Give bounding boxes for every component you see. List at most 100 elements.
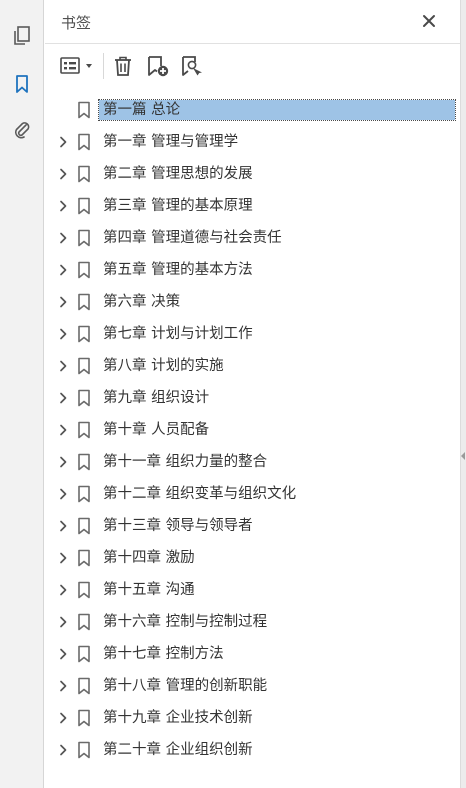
bookmark-ribbon-icon [16, 75, 28, 93]
chevron-right-icon[interactable] [55, 166, 71, 182]
chevron-right-icon[interactable] [55, 646, 71, 662]
chevron-right-icon[interactable] [55, 518, 71, 534]
bookmark-label: 第四章 管理道德与社会责任 [103, 230, 282, 246]
bookmark-item[interactable]: 第十六章 控制与控制过程 [45, 606, 460, 638]
chevron-right-icon[interactable] [55, 710, 71, 726]
bookmark-search-icon [182, 56, 202, 76]
chevron-right-icon[interactable] [55, 390, 71, 406]
bookmark-item[interactable]: 第四章 管理道德与社会责任 [45, 222, 460, 254]
bookmarks-panel: 书签 第一篇 总论 第一章 管理与管理学 第二章 管理思想的发展 第三章 管理的… [45, 0, 460, 788]
bookmark-label: 第十章 人员配备 [103, 422, 210, 438]
chevron-right-icon[interactable] [55, 358, 71, 374]
bookmark-label: 第六章 决策 [103, 294, 181, 310]
chevron-right-icon[interactable] [55, 294, 71, 310]
bookmark-label: 第十七章 控制方法 [103, 646, 224, 662]
bookmark-label: 第三章 管理的基本原理 [103, 198, 253, 214]
pages-panel-button[interactable] [8, 22, 36, 50]
navigation-rail [0, 0, 44, 788]
bookmark-item[interactable]: 第十三章 领导与领导者 [45, 510, 460, 542]
chevron-right-icon[interactable] [55, 582, 71, 598]
bookmarks-toolbar [45, 44, 460, 88]
chevron-right-icon[interactable] [55, 422, 71, 438]
bookmark-item[interactable]: 第十五章 沟通 [45, 574, 460, 606]
bookmark-item[interactable]: 第十八章 管理的创新职能 [45, 670, 460, 702]
bookmark-item[interactable]: 第五章 管理的基本方法 [45, 254, 460, 286]
chevron-down-icon [86, 64, 92, 68]
bookmark-from-selection-button[interactable] [179, 53, 205, 79]
bookmark-icon [76, 516, 92, 536]
bookmark-icon [76, 548, 92, 568]
bookmark-label: 第十九章 企业技术创新 [103, 710, 253, 726]
chevron-right-icon[interactable] [55, 230, 71, 246]
bookmark-label: 第十四章 激励 [103, 550, 195, 566]
chevron-right-icon[interactable] [55, 678, 71, 694]
bookmark-item[interactable]: 第十四章 激励 [45, 542, 460, 574]
bookmark-item[interactable]: 第二章 管理思想的发展 [45, 158, 460, 190]
chevron-right-icon[interactable] [55, 550, 71, 566]
bookmark-icon [76, 580, 92, 600]
bookmark-label: 第十八章 管理的创新职能 [103, 678, 268, 694]
bookmark-icon [76, 484, 92, 504]
bookmark-item[interactable]: 第十一章 组织力量的整合 [45, 446, 460, 478]
bookmark-icon [76, 196, 92, 216]
chevron-right-icon[interactable] [55, 614, 71, 630]
bookmark-label: 第十一章 组织力量的整合 [103, 454, 268, 470]
bookmark-item[interactable]: 第七章 计划与计划工作 [45, 318, 460, 350]
new-bookmark-button[interactable] [145, 53, 171, 79]
options-list-icon [60, 57, 92, 74]
bookmark-item[interactable]: 第十七章 控制方法 [45, 638, 460, 670]
chevron-right-icon[interactable] [55, 742, 71, 758]
pages-icon [14, 26, 30, 45]
bookmark-item[interactable]: 第十二章 组织变革与组织文化 [45, 478, 460, 510]
bookmark-icon [76, 452, 92, 472]
bookmark-icon [76, 740, 92, 760]
paperclip-icon [15, 122, 30, 139]
bookmark-tree: 第一篇 总论第一章 管理与管理学 第二章 管理思想的发展第三章 管理的基本原理第四… [45, 94, 460, 766]
bookmark-icon [76, 132, 92, 152]
bookmark-icon [76, 164, 92, 184]
trash-icon [115, 56, 131, 76]
toolbar-divider [103, 53, 104, 79]
delete-bookmark-button[interactable] [111, 53, 135, 79]
bookmark-item[interactable]: 第二十章 企业组织创新 [45, 734, 460, 766]
bookmark-icon [76, 292, 92, 312]
chevron-right-icon[interactable] [55, 198, 71, 214]
chevron-right-icon[interactable] [55, 262, 71, 278]
bookmark-icon [76, 324, 92, 344]
bookmark-icon [76, 356, 92, 376]
bookmark-item[interactable]: 第八章 计划的实施 [45, 350, 460, 382]
panel-resize-edge[interactable] [460, 0, 466, 788]
bookmark-item[interactable]: 第九章 组织设计 [45, 382, 460, 414]
bookmark-icon [76, 388, 92, 408]
bookmark-item[interactable]: 第六章 决策 [45, 286, 460, 318]
bookmark-item[interactable]: 第十九章 企业技术创新 [45, 702, 460, 734]
bookmark-icon [76, 676, 92, 696]
bookmark-label: 第十三章 领导与领导者 [103, 518, 253, 534]
add-bookmark-icon [148, 56, 169, 77]
bookmark-item[interactable]: 第十章 人员配备 [45, 414, 460, 446]
bookmark-label: 第九章 组织设计 [103, 390, 210, 406]
bookmark-icon [76, 420, 92, 440]
bookmark-item[interactable]: 第三章 管理的基本原理 [45, 190, 460, 222]
panel-title: 书签 [61, 14, 92, 32]
bookmark-label: 第七章 计划与计划工作 [103, 326, 253, 342]
bookmark-label: 第十六章 控制与控制过程 [103, 614, 268, 630]
bookmark-icon [76, 612, 92, 632]
chevron-right-icon[interactable] [55, 326, 71, 342]
bookmark-label: 第二十章 企业组织创新 [103, 742, 253, 758]
bookmark-item[interactable]: 第一章 管理与管理学 [45, 126, 460, 158]
chevron-right-icon[interactable] [55, 454, 71, 470]
bookmark-icon [76, 260, 92, 280]
chevron-right-icon[interactable] [55, 134, 71, 150]
bookmark-label: 第一篇 总论 [98, 99, 456, 121]
bookmark-label: 第八章 计划的实施 [103, 358, 224, 374]
bookmark-icon [76, 228, 92, 248]
bookmarks-panel-button[interactable] [8, 70, 36, 98]
chevron-right-icon[interactable] [55, 486, 71, 502]
attachments-panel-button[interactable] [8, 116, 36, 144]
bookmark-item[interactable]: 第一篇 总论 [45, 94, 460, 126]
options-menu-button[interactable] [59, 53, 99, 79]
close-panel-button[interactable] [418, 10, 440, 32]
panel-collapse-grip-icon[interactable] [461, 452, 465, 460]
bookmark-icon [76, 644, 92, 664]
